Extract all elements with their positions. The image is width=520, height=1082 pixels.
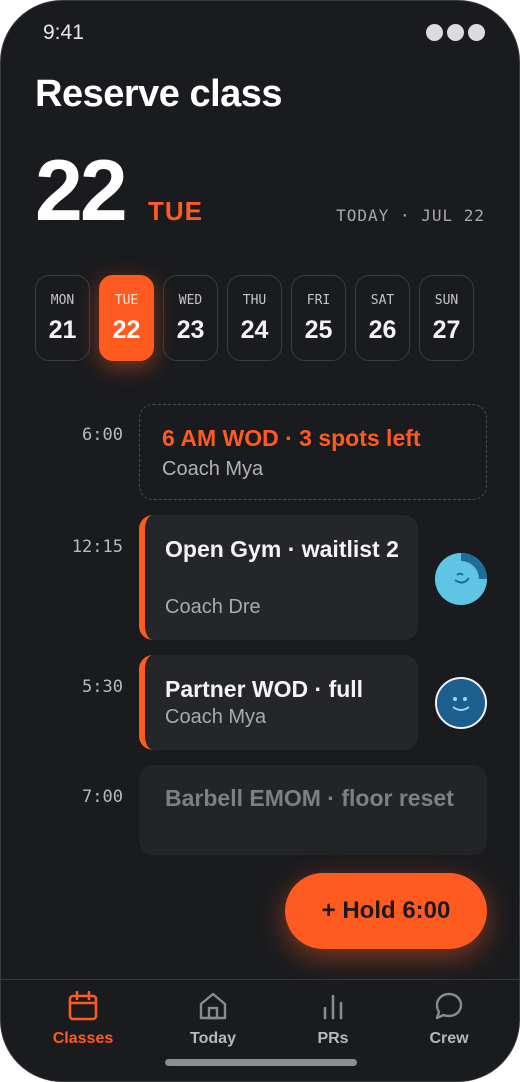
status-time: 9:41: [43, 21, 84, 44]
home-indicator[interactable]: [165, 1059, 357, 1066]
day-weekday: THU: [242, 293, 267, 308]
day-weekday: MON: [50, 293, 75, 308]
class-time-label: 6:00: [82, 425, 123, 445]
day-number: 26: [368, 316, 397, 344]
day-weekday: SAT: [370, 293, 395, 308]
status-bar: 9:41: [43, 21, 485, 47]
class-time-label: 5:30: [82, 677, 123, 697]
nav-item-prs[interactable]: PRs: [283, 990, 383, 1048]
selected-day-weekday: TUE: [148, 196, 203, 226]
nav-item-today[interactable]: Today: [163, 990, 263, 1048]
avatar-face-icon: [435, 553, 487, 605]
day-weekday: FRI: [306, 293, 331, 308]
day-weekday: TUE: [114, 293, 139, 308]
class-card-6am-wod[interactable]: 6 AM WOD · 3 spots left Coach Mya: [139, 404, 487, 500]
nav-label: Crew: [429, 1030, 469, 1047]
class-time-label: 7:00: [82, 787, 123, 807]
day-weekday: SUN: [434, 293, 459, 308]
hold-class-button[interactable]: + Hold 6:00: [285, 873, 487, 949]
calendar-icon: [68, 990, 98, 1021]
class-card-partner-wod[interactable]: Partner WOD · full Coach Mya: [139, 655, 418, 750]
class-title: 6 AM WOD · 3 spots left: [162, 425, 421, 451]
day-wed[interactable]: WED 23: [163, 275, 218, 361]
day-number: 27: [432, 316, 461, 344]
selected-day-number: 22: [35, 143, 128, 239]
day-fri[interactable]: FRI 25: [291, 275, 346, 361]
day-weekday: WED: [178, 293, 203, 308]
day-number: 21: [48, 316, 77, 344]
nav-label: Today: [190, 1030, 236, 1047]
bar-chart-icon: [323, 994, 343, 1020]
day-thu[interactable]: THU 24: [227, 275, 282, 361]
day-sun[interactable]: SUN 27: [419, 275, 474, 361]
phone-frame: 9:41 Reserve class 22 TUE TODAY · JUL 22…: [0, 0, 520, 1082]
class-title: Partner WOD · full: [165, 676, 364, 702]
nav-item-crew[interactable]: Crew: [399, 990, 499, 1048]
day-number: 22: [112, 316, 141, 344]
class-card-barbell-emom[interactable]: Barbell EMOM · floor reset: [139, 765, 487, 855]
more-icon[interactable]: [426, 24, 485, 41]
day-number: 24: [240, 316, 269, 344]
avatar: [435, 677, 487, 729]
day-tue[interactable]: TUE 22: [99, 275, 154, 361]
class-coach: Coach Mya: [162, 458, 264, 480]
home-icon: [199, 992, 227, 1020]
nav-item-classes[interactable]: Classes: [33, 990, 133, 1048]
day-sat[interactable]: SAT 26: [355, 275, 410, 361]
class-title: Open Gym · waitlist 2: [165, 536, 399, 562]
day-number: 25: [304, 316, 333, 344]
nav-label: Classes: [52, 1030, 114, 1047]
bottom-nav: Classes Today PRs Crew: [1, 979, 519, 1081]
page-title: Reserve class: [35, 73, 283, 115]
nav-label: PRs: [317, 1030, 349, 1047]
today-label[interactable]: TODAY · JUL 22: [336, 206, 485, 225]
class-card-open-gym[interactable]: Open Gym · waitlist 2 Coach Dre: [139, 515, 418, 640]
avatar: [435, 553, 487, 605]
class-coach: Coach Mya: [165, 706, 267, 728]
week-strip: MON 21 TUE 22 WED 23 THU 24 FRI 25 SAT 26 SUN 2…: [35, 275, 474, 361]
day-mon[interactable]: MON 21: [35, 275, 90, 361]
chat-bubble-icon: [435, 992, 463, 1020]
class-title: Barbell EMOM · floor reset: [165, 785, 454, 811]
class-time-label: 12:15: [71, 537, 123, 557]
class-coach: Coach Dre: [165, 596, 261, 618]
avatar-face-icon: [437, 679, 485, 727]
day-number: 23: [176, 316, 205, 344]
